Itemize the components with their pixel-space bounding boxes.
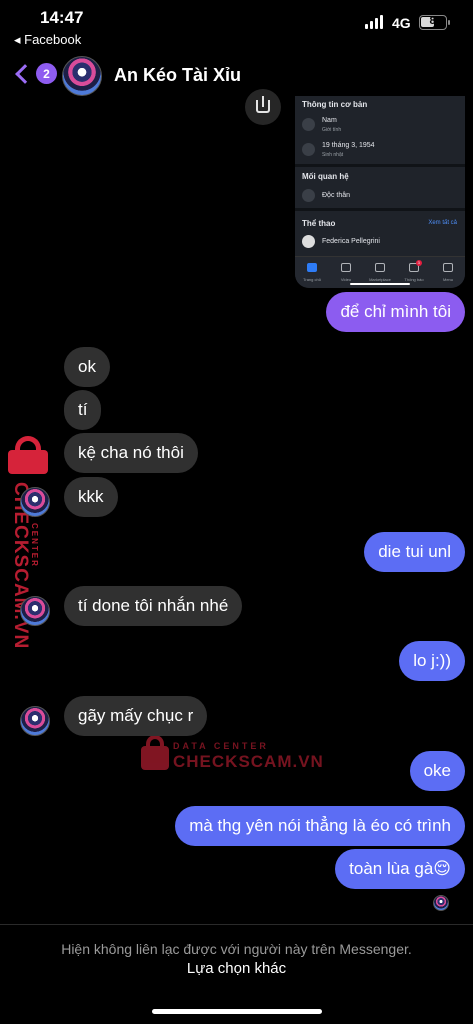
athlete-name: Federica Pellegrini bbox=[322, 238, 380, 245]
watermark-center-sub: DATA CENTER bbox=[173, 741, 269, 751]
message-outgoing[interactable]: toàn lùa gà😌 bbox=[335, 849, 465, 889]
tab-menu: Menu bbox=[431, 257, 465, 288]
message-outgoing[interactable]: để chỉ mình tôi bbox=[326, 292, 465, 332]
network-type: 4G bbox=[392, 15, 411, 31]
battery-level: 8 bbox=[429, 15, 436, 27]
relationship-value: Độc thân bbox=[322, 192, 351, 199]
chat-header: 2 An Kéo Tài Xỉu bbox=[0, 52, 473, 100]
back-button[interactable]: 2 bbox=[12, 63, 57, 84]
other-options-button[interactable]: Lựa chọn khác bbox=[0, 960, 473, 977]
message-incoming[interactable]: kệ cha nó thôi bbox=[64, 433, 198, 473]
lock-watermark-icon bbox=[6, 436, 50, 476]
gender-value: Nam bbox=[322, 117, 337, 124]
unread-badge: 2 bbox=[36, 63, 57, 84]
contact-name[interactable]: An Kéo Tài Xỉu bbox=[114, 65, 241, 86]
watermark-center: CHECKSCAM.VN bbox=[173, 752, 324, 771]
store-icon bbox=[375, 263, 385, 272]
message-outgoing[interactable]: oke bbox=[409, 751, 465, 791]
signal-icon bbox=[365, 15, 383, 29]
notification-badge: 3 bbox=[415, 260, 422, 266]
tab-video-label: Video bbox=[340, 277, 352, 282]
chevron-left-icon bbox=[15, 63, 35, 84]
sender-avatar[interactable] bbox=[20, 596, 50, 626]
message-outgoing[interactable]: lo j:)) bbox=[399, 641, 465, 681]
gender-label: Giới tính bbox=[322, 127, 342, 133]
status-bar: 14:47 ◂ Facebook 4G 8 bbox=[0, 0, 473, 52]
status-time: 14:47 bbox=[40, 8, 84, 27]
person-icon bbox=[302, 118, 315, 131]
menu-icon bbox=[443, 263, 453, 272]
message-outgoing[interactable]: die tui unl bbox=[364, 532, 465, 572]
battery-icon: 8 bbox=[419, 15, 450, 30]
tab-home-label: Trang chủ bbox=[303, 277, 321, 282]
seen-avatar bbox=[433, 895, 449, 911]
heart-icon bbox=[302, 189, 315, 202]
tab-marketplace-label: Marketplace bbox=[369, 277, 391, 282]
message-incoming[interactable]: tí bbox=[64, 390, 102, 430]
message-incoming[interactable]: kkk bbox=[64, 477, 118, 517]
sender-avatar[interactable] bbox=[20, 487, 50, 517]
home-icon bbox=[307, 263, 317, 272]
lock-watermark-icon-2 bbox=[141, 735, 169, 771]
message-incoming[interactable]: gãy mấy chục r bbox=[64, 696, 208, 736]
unavailable-message: Hiện không liên lạc được với người này t… bbox=[61, 941, 412, 957]
see-all-link: Xem tất cả bbox=[428, 220, 457, 226]
shared-image[interactable]: Thông tin cơ bản Nam Giới tính 19 tháng … bbox=[295, 96, 465, 288]
message-incoming[interactable]: ok bbox=[64, 347, 110, 387]
video-icon bbox=[341, 263, 351, 272]
relationship-title: Mối quan hệ bbox=[302, 172, 349, 181]
contact-avatar[interactable] bbox=[62, 56, 102, 96]
tab-notifications-label: Thông báo bbox=[404, 277, 424, 282]
share-button[interactable] bbox=[245, 89, 281, 125]
athlete-avatar bbox=[302, 235, 315, 248]
home-indicator[interactable] bbox=[152, 1009, 322, 1014]
message-outgoing[interactable]: mà thg yên nói thẳng là éo có trình bbox=[175, 806, 465, 846]
birthday-label: Sinh nhật bbox=[322, 152, 344, 158]
tab-menu-label: Menu bbox=[442, 277, 453, 282]
tab-home: Trang chủ bbox=[295, 257, 329, 288]
birthday-value: 19 tháng 3, 1954 bbox=[322, 142, 375, 149]
message-incoming[interactable]: tí done tôi nhắn nhé bbox=[64, 586, 243, 626]
sender-avatar[interactable] bbox=[20, 706, 50, 736]
basic-info-title: Thông tin cơ bản bbox=[302, 100, 368, 109]
back-to-app-link[interactable]: ◂ Facebook bbox=[14, 32, 81, 48]
cake-icon bbox=[302, 143, 315, 156]
